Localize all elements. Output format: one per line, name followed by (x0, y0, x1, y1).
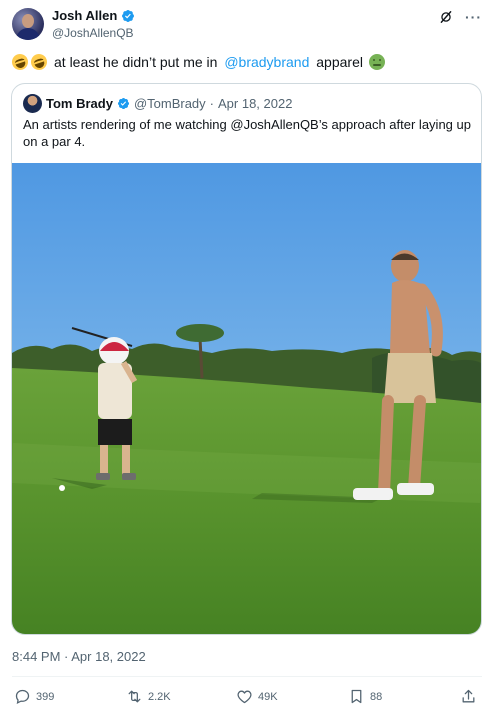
repost-icon (128, 690, 141, 703)
laughing-emoji-icon (28, 51, 50, 73)
tweet-actions: 399 2.2K 49K 88 (14, 688, 480, 708)
author-name-row[interactable]: Josh Allen (52, 8, 135, 23)
grok-icon[interactable] (439, 10, 453, 24)
divider (12, 676, 482, 677)
reply-count: 399 (36, 690, 55, 703)
quoted-tweet[interactable]: Tom Brady @TomBrady · Apr 18, 2022 An ar… (11, 83, 482, 635)
quoted-text: An artists rendering of me watching @Jos… (23, 117, 471, 149)
bookmark-button[interactable]: 88 (348, 688, 382, 705)
reply-button[interactable]: 399 (14, 688, 54, 705)
quoted-header: Tom Brady @TomBrady · Apr 18, 2022 (23, 94, 292, 113)
verified-badge-icon (117, 97, 129, 110)
like-count: 49K (258, 690, 278, 703)
heart-icon (237, 690, 252, 704)
repost-button[interactable]: 2.2K (126, 688, 171, 705)
quoted-date[interactable]: Apr 18, 2022 (218, 96, 292, 111)
tweet-header: Josh Allen @JoshAllenQB ··· (12, 6, 482, 42)
more-options-icon[interactable]: ··· (465, 10, 482, 24)
share-icon (462, 689, 475, 703)
bookmark-count: 88 (370, 690, 383, 703)
like-button[interactable]: 49K (236, 688, 278, 705)
quoted-name[interactable]: Tom Brady (46, 96, 113, 111)
tweet-text-end: apparel (312, 54, 363, 70)
repost-count: 2.2K (148, 690, 171, 703)
tweet-text: at least he didn’t put me in @bradybrand… (9, 51, 385, 73)
quoted-photo[interactable] (12, 163, 481, 634)
nauseated-emoji-icon (368, 54, 385, 70)
quoted-separator: · (209, 96, 214, 111)
verified-badge-icon (122, 9, 135, 22)
author-avatar[interactable] (12, 8, 44, 40)
share-button[interactable] (460, 688, 477, 705)
tweet-timestamp[interactable]: 8:44 PM · Apr 18, 2022 (12, 649, 146, 664)
reply-icon (15, 689, 30, 705)
quoted-handle[interactable]: @TomBrady (134, 96, 206, 111)
author-handle[interactable]: @JoshAllenQB (52, 26, 134, 40)
bookmark-icon (351, 689, 362, 704)
quoted-avatar[interactable] (23, 94, 42, 113)
mention-link[interactable]: @bradybrand (224, 53, 309, 71)
laughing-emoji-icon (9, 51, 31, 73)
tweet-text-main: at least he didn’t put me in (54, 54, 222, 70)
author-name[interactable]: Josh Allen (52, 8, 117, 23)
